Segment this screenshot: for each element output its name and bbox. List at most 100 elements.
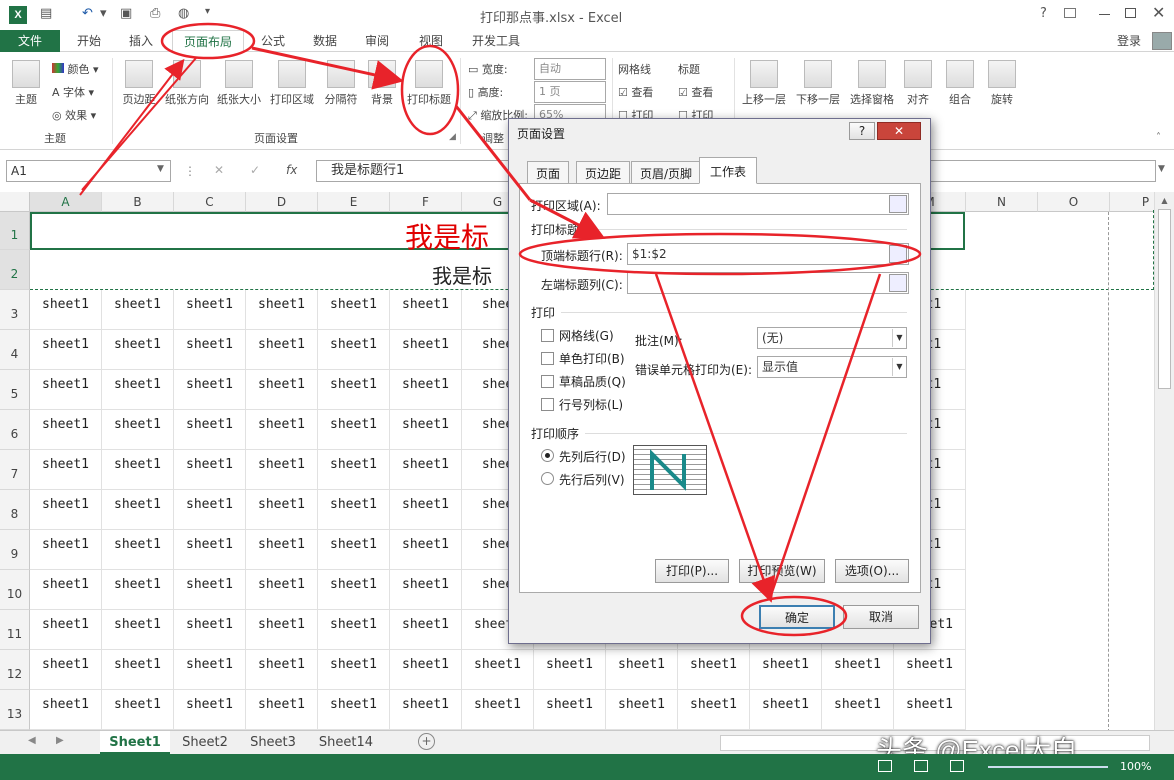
table-cell[interactable]: sheet1 bbox=[390, 570, 462, 610]
column-header[interactable]: C bbox=[174, 192, 246, 212]
table-cell[interactable]: sheet1 bbox=[750, 690, 822, 730]
table-cell[interactable]: sheet1 bbox=[174, 330, 246, 370]
table-cell[interactable]: sheet1 bbox=[390, 370, 462, 410]
table-cell[interactable]: sheet1 bbox=[246, 490, 318, 530]
table-cell[interactable]: sheet1 bbox=[318, 570, 390, 610]
table-cell[interactable]: sheet1 bbox=[246, 330, 318, 370]
headings-view-checkbox[interactable]: ☑ 查看 bbox=[678, 84, 713, 100]
table-cell[interactable]: sheet1 bbox=[174, 650, 246, 690]
down-then-over-radio[interactable] bbox=[541, 449, 554, 462]
zoom-slider[interactable] bbox=[988, 766, 1108, 768]
table-cell[interactable]: sheet1 bbox=[174, 410, 246, 450]
table-cell[interactable]: sheet1 bbox=[174, 450, 246, 490]
print-preview-icon[interactable]: ▣ bbox=[120, 6, 132, 21]
rows-to-repeat-input[interactable]: $1:$2 bbox=[627, 243, 909, 265]
print-titles-button[interactable]: 打印标题 bbox=[402, 60, 456, 107]
range-select-icon[interactable] bbox=[889, 274, 907, 292]
dialog-tab-page[interactable]: 页面 bbox=[527, 161, 570, 183]
bring-forward-button[interactable]: 上移一层 bbox=[738, 60, 790, 107]
row-header[interactable]: 10 bbox=[0, 570, 30, 610]
vertical-scrollbar[interactable]: ▲ bbox=[1154, 192, 1174, 730]
table-cell[interactable]: sheet1 bbox=[246, 290, 318, 330]
table-cell[interactable]: sheet1 bbox=[390, 410, 462, 450]
next-sheet-icon[interactable]: ▶ bbox=[56, 735, 64, 746]
formula-input[interactable]: 我是标题行1 bbox=[316, 160, 516, 182]
table-cell[interactable]: sheet1 bbox=[750, 650, 822, 690]
page-setup-launcher-icon[interactable]: ◢ bbox=[449, 132, 456, 142]
comments-select[interactable]: (无) bbox=[757, 327, 907, 349]
table-cell[interactable]: sheet1 bbox=[246, 530, 318, 570]
over-then-down-radio[interactable] bbox=[541, 472, 554, 485]
table-cell[interactable]: sheet1 bbox=[246, 570, 318, 610]
group-button[interactable]: 组合 bbox=[942, 60, 978, 107]
row-header[interactable]: 2 bbox=[0, 250, 30, 290]
row-header[interactable]: 3 bbox=[0, 290, 30, 330]
normal-view-icon[interactable] bbox=[878, 760, 892, 772]
table-cell[interactable]: sheet1 bbox=[102, 450, 174, 490]
table-cell[interactable]: sheet1 bbox=[822, 650, 894, 690]
colors-button[interactable]: 颜色 ▾ bbox=[52, 61, 99, 77]
table-cell[interactable]: sheet1 bbox=[534, 690, 606, 730]
table-cell[interactable]: sheet1 bbox=[318, 370, 390, 410]
table-cell[interactable]: sheet1 bbox=[822, 690, 894, 730]
table-cell[interactable]: sheet1 bbox=[174, 610, 246, 650]
table-cell[interactable]: sheet1 bbox=[246, 410, 318, 450]
cancel-icon[interactable]: ✕ bbox=[214, 163, 224, 177]
rotate-button[interactable]: 旋转 bbox=[984, 60, 1020, 107]
column-header[interactable]: F bbox=[390, 192, 462, 212]
dialog-tab-margins[interactable]: 页边距 bbox=[576, 161, 631, 183]
gridlines-checkbox[interactable] bbox=[541, 329, 554, 342]
dialog-tab-header-footer[interactable]: 页眉/页脚 bbox=[631, 161, 702, 183]
table-cell[interactable]: sheet1 bbox=[246, 690, 318, 730]
width-select[interactable]: 自动 bbox=[534, 58, 606, 80]
table-cell[interactable]: sheet1 bbox=[318, 690, 390, 730]
table-cell[interactable]: sheet1 bbox=[102, 570, 174, 610]
table-cell[interactable]: sheet1 bbox=[174, 690, 246, 730]
row-header[interactable]: 12 bbox=[0, 650, 30, 690]
column-header[interactable]: D bbox=[246, 192, 318, 212]
print-area-button[interactable]: 打印区域 bbox=[266, 60, 318, 107]
quick-print-icon[interactable]: ⎙ bbox=[150, 6, 160, 21]
table-cell[interactable]: sheet1 bbox=[30, 450, 102, 490]
row-header[interactable]: 13 bbox=[0, 690, 30, 730]
table-cell[interactable]: sheet1 bbox=[30, 490, 102, 530]
table-cell[interactable]: sheet1 bbox=[390, 610, 462, 650]
row-header[interactable]: 7 bbox=[0, 450, 30, 490]
table-cell[interactable]: sheet1 bbox=[30, 690, 102, 730]
table-cell[interactable]: sheet1 bbox=[30, 530, 102, 570]
table-cell[interactable]: sheet1 bbox=[390, 690, 462, 730]
table-cell[interactable]: sheet1 bbox=[102, 290, 174, 330]
redo-icon[interactable]: ▾ bbox=[100, 6, 107, 21]
size-button[interactable]: 纸张大小 bbox=[214, 60, 264, 107]
selection-pane-button[interactable]: 选择窗格 bbox=[846, 60, 898, 107]
sheet-tab-sheet3[interactable]: Sheet3 bbox=[240, 731, 306, 754]
maximize-icon[interactable] bbox=[1125, 8, 1136, 18]
tab-page-layout[interactable]: 页面布局 bbox=[172, 30, 244, 52]
undo-icon[interactable]: ↶ bbox=[82, 6, 93, 21]
save-icon[interactable]: ▤ bbox=[40, 6, 52, 21]
table-cell[interactable]: sheet1 bbox=[102, 490, 174, 530]
table-cell[interactable]: sheet1 bbox=[102, 530, 174, 570]
table-cell[interactable]: sheet1 bbox=[30, 370, 102, 410]
table-cell[interactable]: sheet1 bbox=[102, 650, 174, 690]
row-header[interactable]: 11 bbox=[0, 610, 30, 650]
page-layout-view-icon[interactable] bbox=[914, 760, 928, 772]
ribbon-display-icon[interactable] bbox=[1064, 8, 1076, 18]
help-icon[interactable]: ? bbox=[1040, 6, 1047, 21]
dropdown-arrow-icon[interactable]: ▼ bbox=[892, 329, 906, 347]
table-cell[interactable]: sheet1 bbox=[174, 290, 246, 330]
table-cell[interactable]: sheet1 bbox=[30, 290, 102, 330]
tab-developer[interactable]: 开发工具 bbox=[464, 30, 528, 52]
table-cell[interactable]: sheet1 bbox=[678, 650, 750, 690]
table-cell[interactable]: sheet1 bbox=[390, 290, 462, 330]
row-header[interactable]: 6 bbox=[0, 410, 30, 450]
table-cell[interactable]: sheet1 bbox=[30, 610, 102, 650]
table-cell[interactable]: sheet1 bbox=[390, 530, 462, 570]
minimize-icon[interactable] bbox=[1099, 14, 1110, 15]
row-header[interactable]: 4 bbox=[0, 330, 30, 370]
table-cell[interactable]: sheet1 bbox=[102, 410, 174, 450]
table-cell[interactable]: sheet1 bbox=[318, 610, 390, 650]
range-select-icon[interactable] bbox=[889, 245, 907, 263]
print-area-input[interactable] bbox=[607, 193, 909, 215]
print-button[interactable]: 打印(P)... bbox=[655, 559, 729, 583]
